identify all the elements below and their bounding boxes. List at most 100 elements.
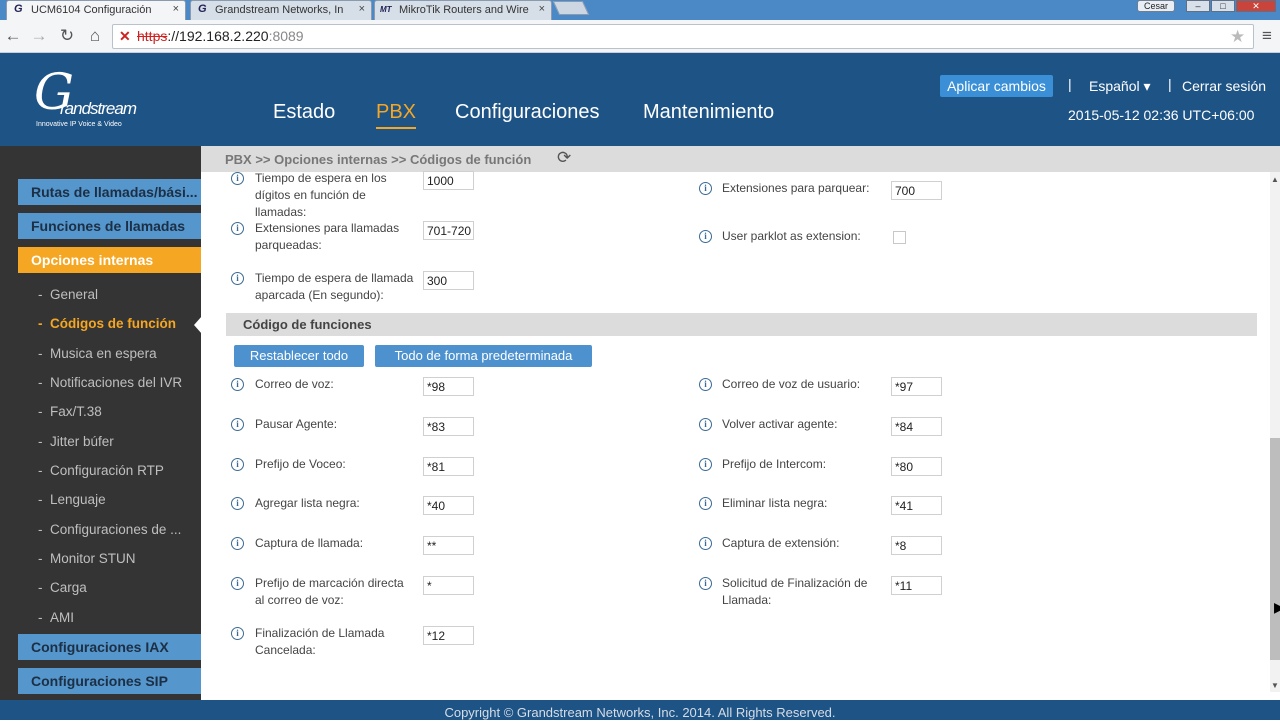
scrollbar-thumb[interactable] (1270, 438, 1280, 660)
scroll-down-icon[interactable]: ▼ (1271, 681, 1279, 690)
reload-icon[interactable]: ↻ (56, 25, 78, 47)
bullet: - (38, 522, 43, 537)
window-close-button[interactable]: ✕ (1236, 0, 1276, 12)
sidebar-item-stun-monitor[interactable]: - Monitor STUN (38, 551, 136, 566)
extension-pickup-input[interactable] (891, 536, 942, 555)
maximize-button[interactable]: □ (1211, 0, 1235, 12)
language-select[interactable]: Español ▾ (1089, 78, 1151, 95)
info-icon[interactable]: i (699, 378, 712, 391)
sidebar-item-feature-codes[interactable]: - Códigos de función (38, 316, 176, 331)
sidebar-item-rtp-settings[interactable]: - Configuración RTP (38, 463, 164, 478)
sidebar-item-ami[interactable]: - AMI (38, 610, 74, 625)
system-datetime: 2015-05-12 02:36 UTC+06:00 (1068, 107, 1255, 123)
sidebar-item-jitter-buffer[interactable]: - Jitter búfer (38, 434, 114, 449)
info-icon[interactable]: i (231, 627, 244, 640)
forward-icon[interactable]: → (28, 25, 50, 47)
parked-extensions-input[interactable] (423, 221, 474, 240)
reset-all-button[interactable]: Restablecer todo (234, 345, 364, 367)
call-completion-request-input[interactable] (891, 576, 942, 595)
nav-estado[interactable]: Estado (273, 101, 335, 124)
browser-nav-bar: ← → ↻ ⌂ ✕ https://192.168.2.220:8089 ★ ≡ (0, 20, 1280, 53)
call-pickup-input[interactable] (423, 536, 474, 555)
field-label: User parklot as extension: (722, 229, 861, 243)
grandstream-logo[interactable]: G randstream Innovative IP Voice & Video (34, 63, 137, 132)
nav-configuraciones[interactable]: Configuraciones (455, 101, 600, 124)
close-tab-icon[interactable]: × (173, 3, 179, 15)
back-icon[interactable]: ← (2, 25, 24, 47)
all-default-button[interactable]: Todo de forma predeterminada (375, 345, 592, 367)
info-icon[interactable]: i (231, 537, 244, 550)
unpause-agent-input[interactable] (891, 417, 942, 436)
info-icon[interactable]: i (699, 230, 712, 243)
pause-agent-input[interactable] (423, 417, 474, 436)
nav-pbx[interactable]: PBX (376, 101, 417, 129)
info-icon[interactable]: i (699, 497, 712, 510)
tab-title: MikroTik Routers and Wire (399, 4, 529, 16)
scroll-up-icon[interactable]: ▲ (1271, 175, 1279, 184)
sidebar-section-iax-settings[interactable]: Configuraciones IAX (18, 634, 201, 660)
browser-user-badge[interactable]: Cesar (1137, 0, 1175, 12)
sidebar-item-fax[interactable]: - Fax/T.38 (38, 404, 102, 419)
bullet: - (38, 316, 43, 331)
browser-tab-mikrotik[interactable]: MT MikroTik Routers and Wire × (374, 0, 552, 20)
voicemail-code-input[interactable] (423, 377, 474, 396)
sidebar-item-label: Carga (50, 580, 87, 595)
info-icon[interactable]: i (231, 418, 244, 431)
close-tab-icon[interactable]: × (539, 3, 545, 15)
browser-tab-grandstream[interactable]: G Grandstream Networks, In × (190, 0, 372, 20)
info-icon[interactable]: i (231, 272, 244, 285)
info-icon[interactable]: i (699, 577, 712, 590)
browser-tab-ucm[interactable]: G UCM6104 Configuración × (6, 0, 186, 20)
field-label: Prefijo de marcación directa al correo d… (255, 576, 404, 607)
sidebar-item-general[interactable]: - General (38, 287, 98, 302)
field-label: Correo de voz de usuario: (722, 377, 861, 391)
park-extension-input[interactable] (891, 181, 942, 200)
bookmark-star-icon[interactable]: ★ (1230, 27, 1245, 47)
sidebar-section-call-routes[interactable]: Rutas de llamadas/bási... (18, 179, 201, 205)
info-icon[interactable]: i (231, 378, 244, 391)
user-parklot-checkbox[interactable] (893, 231, 906, 244)
sidebar-item-ivr-notifications[interactable]: - Notificaciones del IVR (38, 375, 182, 390)
sidebar-section-call-features[interactable]: Funciones de llamadas (18, 213, 201, 239)
info-icon[interactable]: i (699, 537, 712, 550)
sidebar-section-sip-settings[interactable]: Configuraciones SIP (18, 668, 201, 694)
info-icon[interactable]: i (231, 172, 244, 185)
info-icon[interactable]: i (231, 497, 244, 510)
field-label: Prefijo de Intercom: (722, 457, 827, 471)
digit-timeout-input[interactable] (423, 171, 474, 190)
info-icon[interactable]: i (231, 222, 244, 235)
add-blacklist-input[interactable] (423, 496, 474, 515)
sidebar-item-label: Monitor STUN (50, 551, 136, 566)
logout-link[interactable]: Cerrar sesión (1182, 78, 1266, 94)
browser-menu-icon[interactable]: ≡ (1262, 26, 1272, 46)
parked-call-timeout-input[interactable] (423, 271, 474, 290)
sidebar-item-music-on-hold[interactable]: - Musica en espera (38, 346, 157, 361)
field-label: Solicitud de Finalización de Llamada: (722, 576, 868, 607)
user-voicemail-input[interactable] (891, 377, 942, 396)
info-icon[interactable]: i (231, 577, 244, 590)
apply-changes-button[interactable]: Aplicar cambios (940, 75, 1053, 97)
minimize-button[interactable]: – (1186, 0, 1210, 12)
home-icon[interactable]: ⌂ (84, 25, 106, 47)
new-tab-button[interactable] (552, 1, 590, 15)
sidebar-item-upload[interactable]: - Carga (38, 580, 87, 595)
chevron-down-icon: ▾ (1143, 78, 1151, 94)
info-icon[interactable]: i (699, 418, 712, 431)
intercom-prefix-input[interactable] (891, 457, 942, 476)
info-icon[interactable]: i (699, 458, 712, 471)
section-title: Código de funciones (243, 317, 372, 332)
nav-mantenimiento[interactable]: Mantenimiento (643, 101, 774, 124)
sidebar-item-language[interactable]: - Lenguaje (38, 492, 106, 507)
refresh-icon[interactable]: ⟳ (557, 148, 571, 168)
info-icon[interactable]: i (699, 182, 712, 195)
sidebar-section-internal-options[interactable]: Opciones internas (18, 247, 201, 273)
info-icon[interactable]: i (231, 458, 244, 471)
remove-blacklist-input[interactable] (891, 496, 942, 515)
call-completion-cancel-input[interactable] (423, 626, 474, 645)
tab-title: UCM6104 Configuración (31, 4, 152, 16)
address-bar[interactable]: ✕ https://192.168.2.220:8089 (112, 24, 1254, 49)
close-tab-icon[interactable]: × (359, 3, 365, 15)
sidebar-item-settings-more[interactable]: - Configuraciones de ... (38, 522, 181, 537)
paging-prefix-input[interactable] (423, 457, 474, 476)
direct-voicemail-prefix-input[interactable] (423, 576, 474, 595)
